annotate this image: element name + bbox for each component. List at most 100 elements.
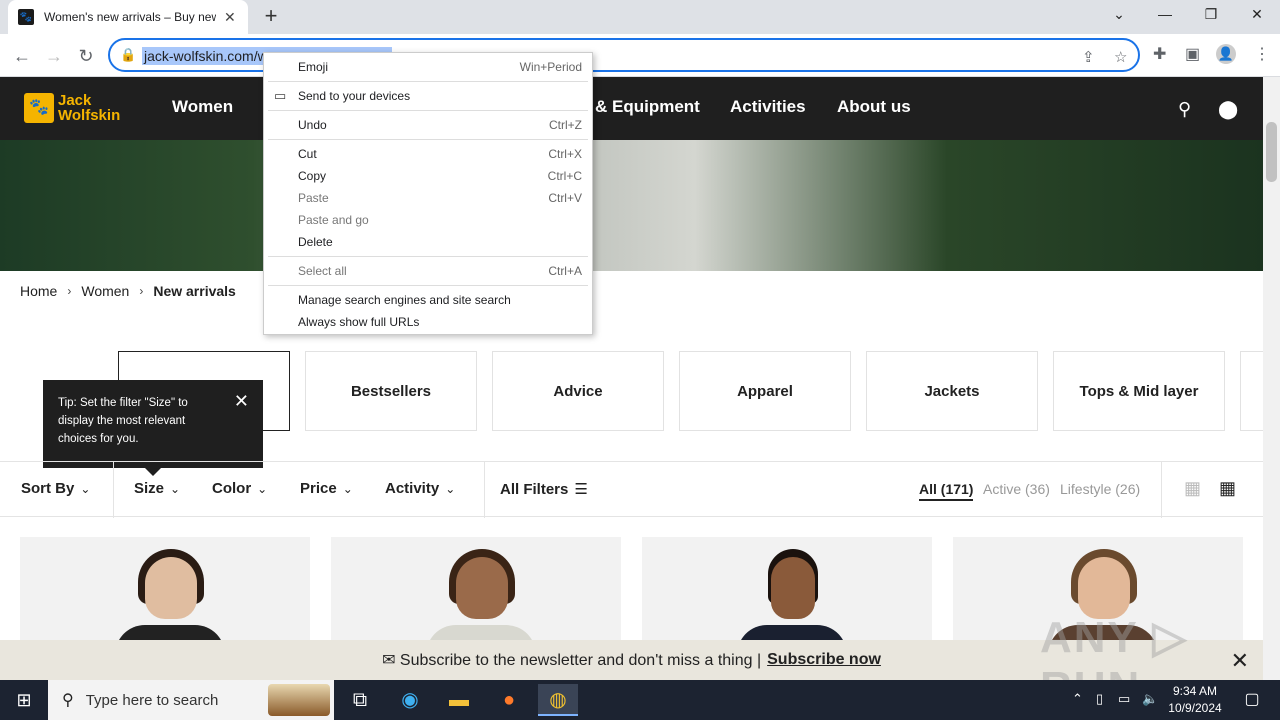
segment-all[interactable]: All (171) <box>919 481 974 501</box>
paw-icon: 🐾 <box>24 93 54 123</box>
chevron-down-icon: ⌄ <box>80 482 91 496</box>
logo-line2: Wolfskin <box>58 107 121 124</box>
chevron-right-icon: › <box>139 284 144 298</box>
tab-close-icon[interactable]: ✕ <box>224 9 236 26</box>
windows-start-icon[interactable]: ⊞ <box>0 680 48 720</box>
tab-search-chevron-icon[interactable]: ⌄ <box>1096 0 1142 30</box>
taskbar-search-box[interactable]: ⚲ Type here to search <box>48 680 334 720</box>
notifications-icon[interactable]: ▢ <box>1232 684 1272 716</box>
page-scrollbar[interactable] <box>1263 77 1280 680</box>
battery-icon[interactable]: ▯ <box>1096 691 1103 707</box>
menu-item-emoji[interactable]: Emoji Win+Period <box>264 56 592 78</box>
menu-kebab-icon[interactable]: ⋮ <box>1254 44 1270 64</box>
grid-large-icon[interactable]: ▦ <box>1184 478 1201 499</box>
address-bar-context-menu: Emoji Win+Period ▭ Send to your devices Un… <box>263 52 593 335</box>
browser-toolbar: ← → ↻ 🔒 jack-wolfskin.com/w ⇪ ☆ ✚ ▣ 👤 ⋮ <box>0 34 1280 77</box>
chevron-down-icon: ⌄ <box>342 482 353 496</box>
menu-item-send-to-devices[interactable]: ▭ Send to your devices <box>264 85 592 107</box>
grid-small-icon[interactable]: ▦ <box>1219 478 1236 499</box>
side-panel-icon[interactable]: ▣ <box>1185 44 1200 64</box>
nav-women[interactable]: Women <box>172 97 233 117</box>
jack-wolfskin-logo[interactable]: 🐾 Jack Wolfskin <box>24 93 120 123</box>
chevron-down-icon: ⌄ <box>445 482 456 496</box>
price-filter-dropdown[interactable]: Price ⌄ <box>300 480 353 497</box>
show-hidden-icons-chevron-icon[interactable]: ⌃ <box>1072 691 1083 707</box>
nav-activities[interactable]: Activities <box>730 97 806 117</box>
share-icon[interactable]: ⇪ <box>1082 48 1095 66</box>
clock-time: 9:34 AM <box>1172 684 1218 698</box>
profile-avatar-icon[interactable]: 👤 <box>1216 44 1236 64</box>
clock-date: 10/9/2024 <box>1168 701 1222 715</box>
close-window-button[interactable]: ✕ <box>1234 0 1280 30</box>
breadcrumb-current: New arrivals <box>153 283 236 299</box>
product-card[interactable] <box>331 537 621 647</box>
volume-icon[interactable]: 🔈 <box>1142 691 1158 707</box>
newsletter-text: ✉ Subscribe to the newsletter and don't … <box>382 652 762 669</box>
jack-wolfskin-favicon-icon: 🐾 <box>18 9 34 25</box>
store-locator-pin-icon[interactable]: ⬤ <box>1218 99 1238 120</box>
windows-taskbar: ⊞ ⚲ Type here to search ⧉ ◉ ▬ ● ◍ ⌃ ▯ ▭ … <box>0 680 1280 720</box>
scrollbar-thumb[interactable] <box>1266 122 1277 182</box>
segment-active[interactable]: Active (36) <box>983 481 1050 497</box>
menu-item-cut[interactable]: Cut Ctrl+X <box>264 143 592 165</box>
sort-by-dropdown[interactable]: Sort By ⌄ <box>21 480 90 497</box>
system-clock[interactable]: 9:34 AM 10/9/2024 <box>1160 683 1230 717</box>
category-tile-more[interactable] <box>1240 351 1263 431</box>
size-filter-tooltip: Tip: Set the filter "Size" to display th… <box>43 380 263 476</box>
segment-lifestyle[interactable]: Lifestyle (26) <box>1060 481 1140 497</box>
product-card[interactable] <box>20 537 310 647</box>
new-tab-button[interactable]: + <box>258 4 284 30</box>
color-filter-dropdown[interactable]: Color ⌄ <box>212 480 267 497</box>
back-arrow-icon[interactable]: ← <box>8 42 36 70</box>
lock-icon[interactable]: 🔒 <box>120 47 136 63</box>
tooltip-close-icon[interactable]: ✕ <box>234 392 249 410</box>
menu-item-delete[interactable]: Delete <box>264 231 592 253</box>
chevron-down-icon: ⌄ <box>170 482 181 496</box>
reload-icon[interactable]: ↻ <box>72 42 100 70</box>
nav-equipment[interactable]: & Equipment <box>595 97 700 117</box>
divider <box>484 462 485 518</box>
extensions-puzzle-icon[interactable]: ✚ <box>1153 44 1166 64</box>
menu-item-copy[interactable]: Copy Ctrl+C <box>264 165 592 187</box>
menu-item-always-show-full-urls[interactable]: Always show full URLs <box>264 311 592 333</box>
task-view-icon[interactable]: ⧉ <box>340 684 380 716</box>
browser-tab[interactable]: 🐾 Women's new arrivals – Buy new ✕ <box>8 0 248 34</box>
breadcrumb: Home › Women › New arrivals <box>20 283 236 299</box>
filter-bar: Sort By ⌄ Size ⌄ Color ⌄ Price ⌄ Activity ⌄ A… <box>0 461 1263 518</box>
menu-item-paste[interactable]: Paste Ctrl+V <box>264 187 592 209</box>
nav-about-us[interactable]: About us <box>837 97 911 117</box>
tooltip-text: Tip: Set the filter "Size" to display th… <box>58 397 188 445</box>
category-tile-jackets[interactable]: Jackets <box>866 351 1038 431</box>
menu-item-paste-and-go[interactable]: Paste and go <box>264 209 592 231</box>
taskbar-search-placeholder: Type here to search <box>85 691 219 709</box>
category-tile-advice[interactable]: Advice <box>492 351 664 431</box>
tab-title: Women's new arrivals – Buy new <box>44 10 216 24</box>
chevron-right-icon: › <box>67 284 72 298</box>
all-filters-button[interactable]: All Filters ☰ <box>500 480 588 498</box>
firefox-icon[interactable]: ● <box>489 684 529 716</box>
minimize-button[interactable]: — <box>1142 0 1188 30</box>
size-filter-dropdown[interactable]: Size ⌄ <box>134 480 180 497</box>
subscribe-now-link[interactable]: Subscribe now <box>767 651 881 669</box>
product-card[interactable] <box>642 537 932 647</box>
search-icon[interactable]: ⚲ <box>1178 99 1191 120</box>
activity-filter-dropdown[interactable]: Activity ⌄ <box>385 480 455 497</box>
hero-banner-image <box>0 140 1263 271</box>
menu-item-select-all[interactable]: Select all Ctrl+A <box>264 260 592 282</box>
restore-button[interactable]: ❐ <box>1188 0 1234 30</box>
chrome-icon[interactable]: ◍ <box>538 684 578 716</box>
breadcrumb-home[interactable]: Home <box>20 283 57 299</box>
menu-item-manage-search-engines[interactable]: Manage search engines and site search <box>264 289 592 311</box>
bookmark-star-icon[interactable]: ☆ <box>1114 48 1127 66</box>
category-tile-apparel[interactable]: Apparel <box>679 351 851 431</box>
category-tile-bestsellers[interactable]: Bestsellers <box>305 351 477 431</box>
edge-icon[interactable]: ◉ <box>390 684 430 716</box>
search-icon: ⚲ <box>62 692 74 709</box>
category-tile-tops-mid-layer[interactable]: Tops & Mid layer <box>1053 351 1225 431</box>
file-explorer-icon[interactable]: ▬ <box>439 684 479 716</box>
menu-item-undo[interactable]: Undo Ctrl+Z <box>264 114 592 136</box>
breadcrumb-women[interactable]: Women <box>81 283 129 299</box>
network-icon[interactable]: ▭ <box>1118 691 1130 707</box>
forward-arrow-icon[interactable]: → <box>40 42 68 70</box>
divider <box>113 462 114 518</box>
